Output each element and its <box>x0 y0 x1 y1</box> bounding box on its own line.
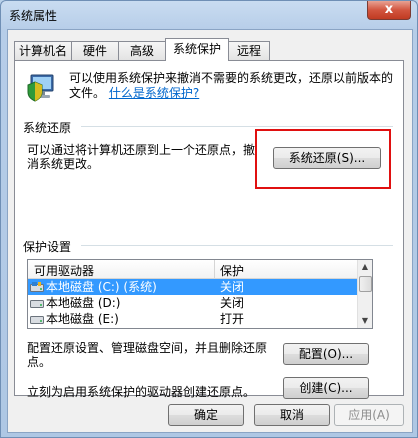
configure-description: 配置还原设置、管理磁盘空间，并且删除还原点。 <box>27 341 268 369</box>
system-protection-panel: 可以使用系统保护来撤消不需要的系统更改，还原以前版本的文件。 什么是系统保护? … <box>14 60 404 399</box>
tab-hardware[interactable]: 硬件 <box>71 41 119 60</box>
window-title: 系统属性 <box>9 9 58 23</box>
computer-shield-icon <box>25 71 59 105</box>
system-drive-icon <box>30 282 44 292</box>
what-is-system-protection-link[interactable]: 什么是系统保护? <box>109 86 199 100</box>
drive-name: 本地磁盘 (E:) <box>46 312 119 326</box>
apply-button[interactable]: 应用(A) <box>334 404 404 426</box>
scroll-up-icon[interactable]: ▲ <box>358 260 372 274</box>
tab-system-protection[interactable]: 系统保护 <box>165 38 229 61</box>
drive-icon <box>30 316 44 324</box>
close-icon: x <box>384 2 394 17</box>
drive-row-d[interactable]: 本地磁盘 (D:) 关闭 <box>28 295 358 311</box>
drive-name: 本地磁盘 (C:) (系统) <box>46 280 157 294</box>
drive-icon <box>30 300 44 308</box>
create-description: 立刻为启用系统保护的驱动器创建还原点。 <box>27 385 256 399</box>
tab-remote[interactable]: 远程 <box>228 41 270 60</box>
dialog-client-area: 计算机名 硬件 高级 系统保护 远程 可以使用系统保护来撤消不需要的系统更改，还… <box>7 29 413 433</box>
list-scrollbar[interactable]: ▲ ▼ <box>357 260 372 328</box>
cancel-button[interactable]: 取消 <box>254 404 330 426</box>
create-button[interactable]: 创建(C)... <box>283 377 369 399</box>
title-bar[interactable]: 系统属性 x <box>1 1 417 29</box>
protection-settings-group-title: 保护设置 <box>23 240 72 254</box>
scroll-thumb[interactable] <box>359 276 372 292</box>
column-header-drives[interactable]: 可用驱动器 <box>34 262 94 279</box>
drive-row-e[interactable]: 本地磁盘 (E:) 打开 <box>28 311 358 327</box>
list-header: 可用驱动器 保护 <box>28 260 358 279</box>
close-button[interactable]: x <box>367 1 411 20</box>
drive-row-c[interactable]: 本地磁盘 (C:) (系统) 关闭 <box>28 279 358 295</box>
intro-text-block: 可以使用系统保护来撤消不需要的系统更改，还原以前版本的文件。 什么是系统保护? <box>69 71 395 101</box>
system-properties-window: 系统属性 x 计算机名 硬件 高级 系统保护 远程 可以使用系统保护来撤消不需要… <box>0 0 418 438</box>
protection-status: 关闭 <box>220 280 245 294</box>
column-divider[interactable] <box>214 260 215 278</box>
drive-list[interactable]: 可用驱动器 保护 本地磁盘 (C:) (系统) 关闭 本地磁盘 (D:) 关闭 … <box>27 259 373 329</box>
system-restore-description: 可以通过将计算机还原到上一个还原点，撤消系统更改。 <box>27 143 256 171</box>
column-header-protection[interactable]: 保护 <box>220 262 244 279</box>
scroll-down-icon[interactable]: ▼ <box>358 314 372 328</box>
system-restore-group-title: 系统还原 <box>23 121 72 135</box>
configure-button[interactable]: 配置(O)... <box>283 343 369 365</box>
drive-name: 本地磁盘 (D:) <box>46 296 121 310</box>
tab-advanced[interactable]: 高级 <box>118 41 166 60</box>
highlight-box <box>255 129 391 189</box>
group-divider <box>81 126 393 127</box>
group-divider <box>81 245 393 246</box>
ok-button[interactable]: 确定 <box>168 404 244 426</box>
protection-status: 关闭 <box>220 296 245 310</box>
tab-computer-name[interactable]: 计算机名 <box>14 41 72 60</box>
protection-status: 打开 <box>220 312 245 326</box>
